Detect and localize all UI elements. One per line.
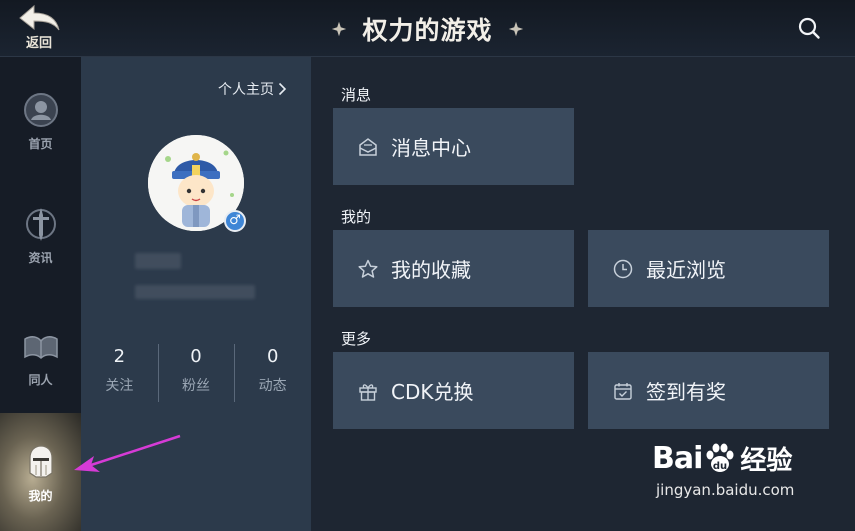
knight-helmet-icon [28,445,53,478]
section-title-messages: 消息 [341,86,372,104]
gift-icon [359,383,377,401]
profile-stats: 2 关注 0 粉丝 0 动态 [81,342,311,402]
clock-icon [613,259,633,278]
stat-fans[interactable]: 0 粉丝 [157,342,235,402]
nav-label-fanart: 同人 [28,373,53,387]
favorites-card[interactable]: 我的收藏 [333,230,574,307]
personal-homepage-label: 个人主页 [218,82,274,98]
section-title-more: 更多 [341,330,372,348]
stat-following-label: 关注 [105,378,134,394]
envelope-icon [359,137,377,156]
ornament-right-icon [508,21,523,36]
nav-item-news[interactable]: 资讯 [0,205,81,266]
book-icon [23,336,58,360]
gender-badge: ♂ [224,210,246,232]
recent-views-card[interactable]: 最近浏览 [588,230,829,307]
stat-following-count: 2 [113,346,126,367]
calendar-check-icon [614,382,632,400]
stat-posts-label: 动态 [258,378,287,394]
message-center-label: 消息中心 [391,136,471,160]
title-wrap: 权力的游戏 [0,0,855,57]
stat-following[interactable]: 2 关注 [81,342,158,402]
sword-emblem-icon [25,208,56,241]
personal-homepage-link[interactable]: 个人主页 [218,79,287,99]
page-title: 权力的游戏 [362,15,493,45]
chevron-right-icon [278,82,287,96]
cdk-redeem-label: CDK兑换 [391,380,474,404]
annotation-arrow [74,434,181,472]
stat-posts[interactable]: 0 动态 [234,342,311,402]
watermark-url: jingyan.baidu.com [656,481,795,499]
checkin-reward-card[interactable]: 签到有奖 [588,352,829,429]
nav-item-mine[interactable]: 我的 [0,413,81,531]
section-title-mine: 我的 [341,208,372,226]
nav-label-mine: 我的 [28,489,53,503]
watermark-brand: Bai [652,441,703,476]
nav-item-fanart[interactable]: 同人 [0,327,81,388]
stat-posts-count: 0 [266,346,279,367]
nav-label-home: 首页 [28,137,53,151]
paw-logo-icon: du [706,443,734,472]
left-nav: 首页 资讯 同人 我的 [0,57,81,531]
checkin-reward-label: 签到有奖 [646,380,726,404]
svg-text:du: du [713,461,727,472]
username-redacted [135,253,181,269]
nav-item-home[interactable]: 首页 [0,91,81,152]
star-icon [358,259,378,278]
favorites-label: 我的收藏 [391,258,471,282]
recent-views-label: 最近浏览 [646,258,726,282]
stat-fans-count: 0 [190,346,202,367]
message-center-card[interactable]: 消息中心 [333,108,574,185]
top-bar: 返回 权力的游戏 [0,0,855,57]
helmet-circle-icon [23,93,58,127]
nav-label-news: 资讯 [28,251,53,265]
baidu-watermark: Bai du 经验 jingyan.baidu.com [652,440,822,520]
signature-redacted [135,285,255,299]
stat-fans-label: 粉丝 [182,378,210,394]
search-icon[interactable] [797,16,821,40]
watermark-brand-suffix: 经验 [740,446,793,476]
cdk-redeem-card[interactable]: CDK兑换 [333,352,574,429]
ornament-left-icon [332,21,347,36]
